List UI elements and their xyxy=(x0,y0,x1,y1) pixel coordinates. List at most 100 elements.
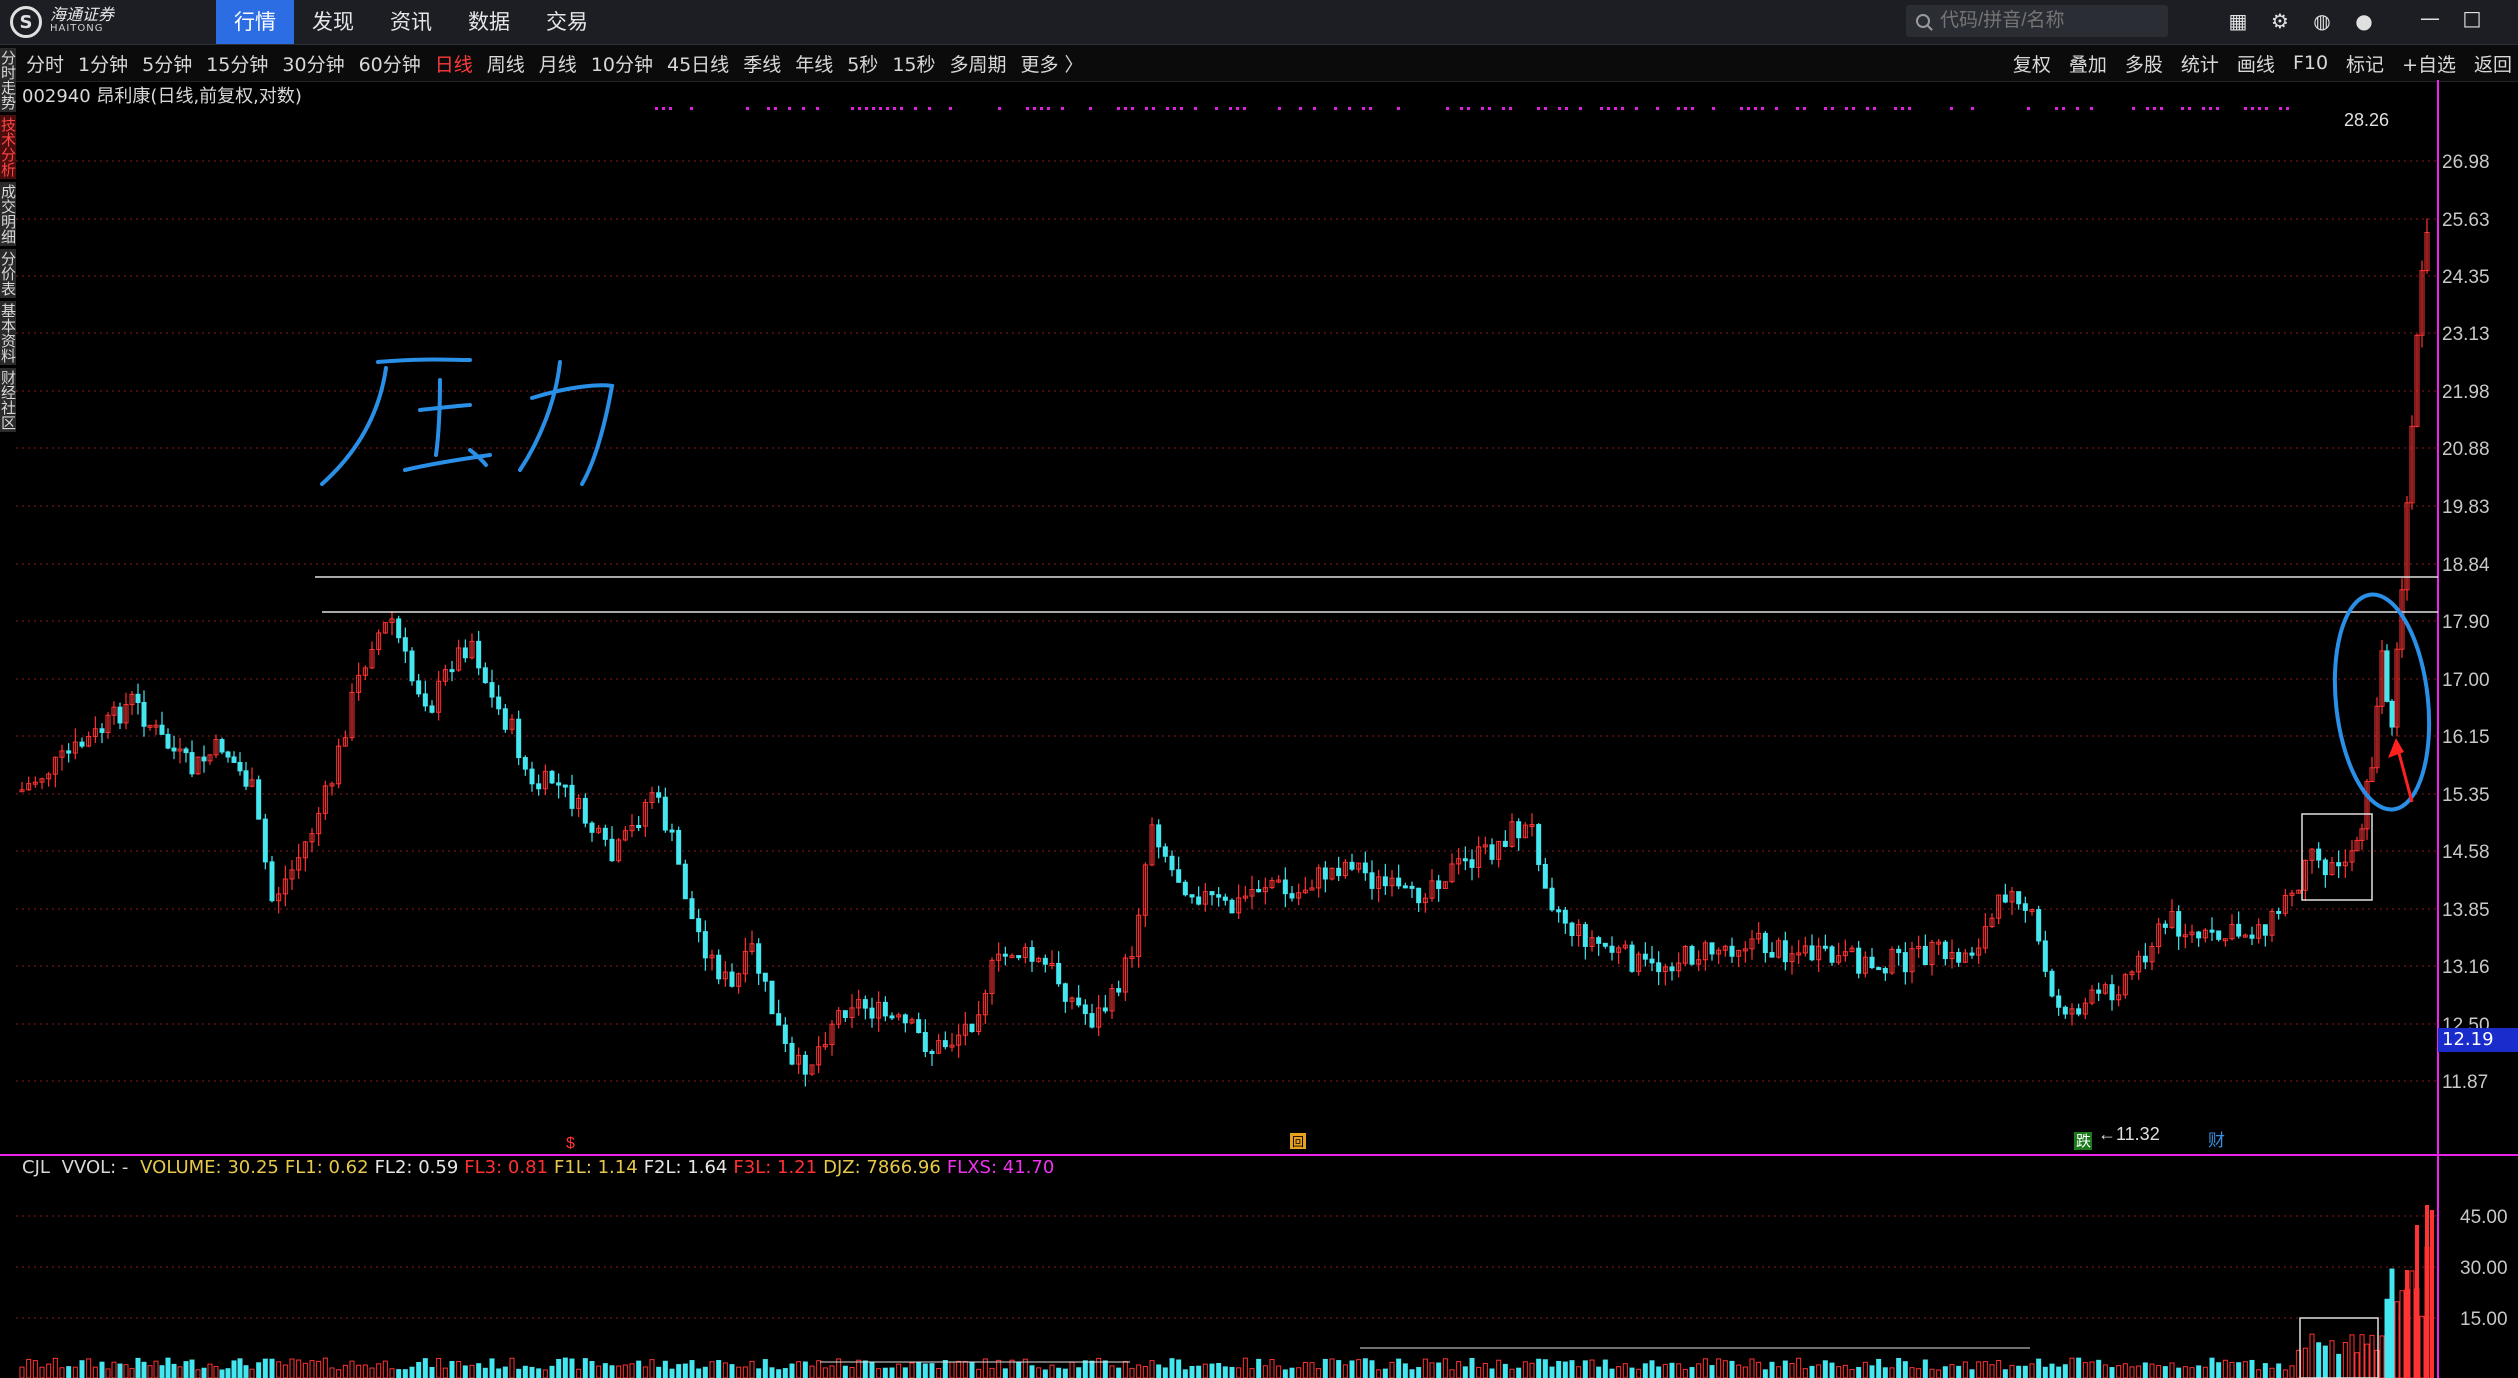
tool-overlay[interactable]: 叠加 xyxy=(2069,50,2107,77)
volume-bar xyxy=(2209,1357,2215,1378)
candle-body xyxy=(2096,989,2102,994)
signal-dot xyxy=(1544,107,1547,110)
candle-body xyxy=(243,770,249,787)
volume-bar xyxy=(349,1360,355,1378)
volume-bar xyxy=(676,1364,682,1378)
period-10min[interactable]: 10分钟 xyxy=(591,50,653,77)
volume-bar xyxy=(86,1358,92,1378)
volume-bar xyxy=(2379,1335,2385,1378)
candle-body xyxy=(1942,941,1948,960)
tool-multi-stock[interactable]: 多股 xyxy=(2125,50,2163,77)
candle-body xyxy=(79,741,85,747)
tool-stats[interactable]: 统计 xyxy=(2181,50,2219,77)
volume-bar xyxy=(1776,1366,1782,1378)
menu-discover[interactable]: 发现 xyxy=(294,0,372,44)
volume-bar xyxy=(582,1358,588,1378)
volume-bar xyxy=(1769,1361,1775,1378)
volume-indicator-name[interactable]: CJL xyxy=(22,1157,50,1178)
candle-body xyxy=(2049,970,2055,997)
period-45day[interactable]: 45日线 xyxy=(667,50,729,77)
period-15min[interactable]: 15分钟 xyxy=(206,50,268,77)
volume-bar xyxy=(2082,1362,2088,1378)
signal-dot xyxy=(1467,107,1470,110)
signal-dot xyxy=(1600,107,1603,110)
volume-bar xyxy=(396,1369,402,1378)
volume-bar xyxy=(1316,1368,1322,1378)
volume-bar xyxy=(1876,1358,1882,1378)
tool-add-watch[interactable]: +自选 xyxy=(2402,50,2456,77)
volume-bar xyxy=(1749,1358,1755,1378)
period-monthly[interactable]: 月线 xyxy=(539,50,577,77)
candle-body xyxy=(1762,932,1768,954)
period-30min[interactable]: 30分钟 xyxy=(282,50,344,77)
volume-bar xyxy=(219,1369,225,1378)
kline-chart[interactable]: 26.98 25.63 24.35 23.13 21.98 20.88 19.83 18.84… xyxy=(0,80,2518,1378)
period-quarter[interactable]: 季线 xyxy=(743,50,781,77)
signal-dot xyxy=(1656,107,1659,110)
candle-body xyxy=(689,898,695,920)
volume-bar xyxy=(189,1359,195,1378)
menu-trade[interactable]: 交易 xyxy=(528,0,606,44)
volume-bar xyxy=(1002,1368,1008,1378)
volume-bar xyxy=(1276,1365,1282,1378)
menu-news[interactable]: 资讯 xyxy=(372,0,450,44)
volume-bar xyxy=(2156,1365,2162,1378)
candle-body xyxy=(1156,824,1162,848)
gear-icon[interactable]: ⚙ xyxy=(2267,8,2293,34)
signal-dot xyxy=(1761,107,1764,110)
volume-bar xyxy=(1036,1367,1042,1378)
search-input[interactable] xyxy=(1938,9,2162,33)
signal-dot xyxy=(1166,107,1169,110)
period-5min[interactable]: 5分钟 xyxy=(142,50,192,77)
volume-bar xyxy=(1176,1359,1182,1378)
period-weekly[interactable]: 周线 xyxy=(487,50,525,77)
tool-draw[interactable]: 画线 xyxy=(2237,50,2275,77)
globe-icon[interactable]: ◍ xyxy=(2309,8,2335,34)
signal-dot xyxy=(1369,107,1372,110)
volume-bar xyxy=(749,1360,755,1378)
period-1min[interactable]: 1分钟 xyxy=(78,50,128,77)
period-daily[interactable]: 日线 xyxy=(435,50,473,77)
volume-bar xyxy=(1216,1362,1222,1378)
tool-f10[interactable]: F10 xyxy=(2293,52,2328,74)
minimize-button[interactable]: — xyxy=(2418,6,2442,30)
menu-market[interactable]: 行情 xyxy=(216,0,294,44)
period-more[interactable]: 更多 〉 xyxy=(1021,50,1084,77)
signal-dot xyxy=(1061,107,1064,110)
grid-icon[interactable]: ▦ xyxy=(2225,8,2251,34)
candle-body xyxy=(183,748,189,754)
volume-bar xyxy=(929,1363,935,1378)
tool-back[interactable]: 返回 xyxy=(2474,50,2512,77)
price-tick-label: 18.84 xyxy=(2442,555,2490,576)
volume-bar xyxy=(1069,1361,1075,1378)
tool-mark[interactable]: 标记 xyxy=(2346,50,2384,77)
search-box[interactable] xyxy=(1906,5,2168,37)
signal-dot xyxy=(662,107,665,110)
volume-bar xyxy=(1269,1359,1275,1378)
candle-body xyxy=(1462,858,1468,862)
period-year[interactable]: 年线 xyxy=(795,50,833,77)
period-5sec[interactable]: 5秒 xyxy=(847,50,878,77)
candle-body xyxy=(1922,945,1928,966)
menu-data[interactable]: 数据 xyxy=(450,0,528,44)
volume-bar xyxy=(1849,1369,1855,1378)
candle-body xyxy=(1082,1004,1088,1015)
volume-bar xyxy=(141,1361,147,1378)
volume-bar xyxy=(869,1362,875,1378)
candle-body xyxy=(1569,922,1575,937)
volume-bar xyxy=(2016,1365,2022,1378)
volume-bar xyxy=(2122,1363,2128,1378)
maximize-button[interactable]: □ xyxy=(2460,6,2484,30)
period-60min[interactable]: 60分钟 xyxy=(359,50,421,77)
volume-bar xyxy=(1256,1358,1262,1378)
period-multi[interactable]: 多周期 xyxy=(950,50,1007,77)
volume-bar xyxy=(2342,1341,2348,1378)
candle-body xyxy=(429,705,435,713)
tool-adjust[interactable]: 复权 xyxy=(2013,50,2051,77)
volume-bar xyxy=(716,1360,722,1378)
volume-bar xyxy=(59,1367,65,1378)
period-fenshi[interactable]: 分时 xyxy=(26,50,64,77)
chat-icon[interactable]: ● xyxy=(2351,8,2377,34)
period-15sec[interactable]: 15秒 xyxy=(892,50,935,77)
red-arrow-head-icon xyxy=(2388,738,2404,758)
